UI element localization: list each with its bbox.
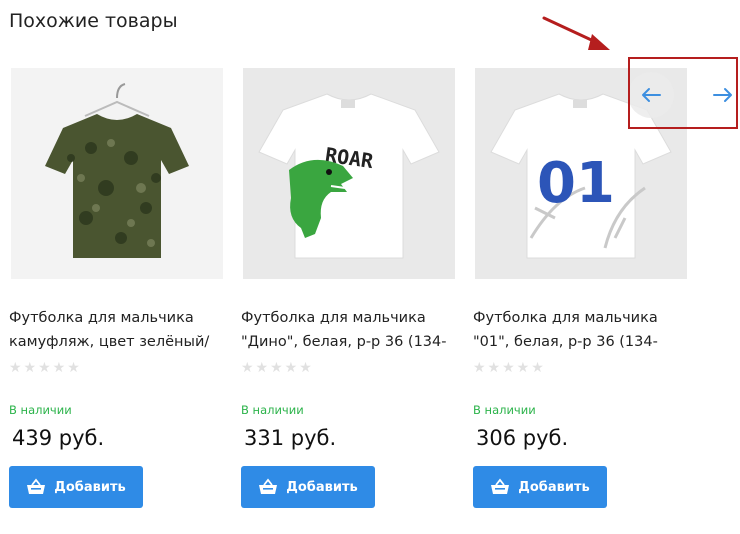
- product-image[interactable]: [11, 68, 223, 279]
- annotation-highlight-box: [628, 57, 738, 129]
- product-card: Футболка для мальчика камуфляж, цвет зел…: [9, 68, 223, 512]
- similar-products-page: Похожие товары Футболка для мальчика кам…: [0, 0, 740, 534]
- section-title: Похожие товары: [9, 10, 178, 32]
- product-image[interactable]: ROAR: [243, 68, 455, 279]
- product-card: ROAR Футболка для мальчика "Дино", белая…: [241, 68, 455, 512]
- basket-icon: [491, 478, 510, 494]
- add-to-cart-button[interactable]: Добавить: [9, 466, 143, 508]
- rating-stars: ★★★★★: [241, 360, 314, 376]
- rating-stars: ★★★★★: [9, 360, 82, 376]
- product-title[interactable]: Футболка для мальчика "Дино", белая, р-р…: [241, 306, 461, 358]
- basket-icon: [259, 478, 278, 494]
- add-to-cart-button[interactable]: Добавить: [473, 466, 607, 508]
- product-title[interactable]: Футболка для мальчика камуфляж, цвет зел…: [9, 306, 229, 358]
- basket-icon: [27, 478, 46, 494]
- add-button-label: Добавить: [54, 479, 126, 495]
- product-price: 439 руб.: [12, 426, 105, 450]
- add-button-label: Добавить: [286, 479, 358, 495]
- rating-stars: ★★★★★: [473, 360, 546, 376]
- availability-status: В наличии: [241, 403, 304, 417]
- availability-status: В наличии: [473, 403, 536, 417]
- product-price: 306 руб.: [476, 426, 569, 450]
- product-card: 01 Футболка для мальчика "01", белая, р-…: [473, 68, 687, 512]
- availability-status: В наличии: [9, 403, 72, 417]
- add-button-label: Добавить: [518, 479, 590, 495]
- product-title[interactable]: Футболка для мальчика "01", белая, р-р 3…: [473, 306, 693, 358]
- print-text: 01: [537, 151, 615, 216]
- annotation-arrow-icon: [542, 16, 610, 50]
- add-to-cart-button[interactable]: Добавить: [241, 466, 375, 508]
- product-price: 331 руб.: [244, 426, 337, 450]
